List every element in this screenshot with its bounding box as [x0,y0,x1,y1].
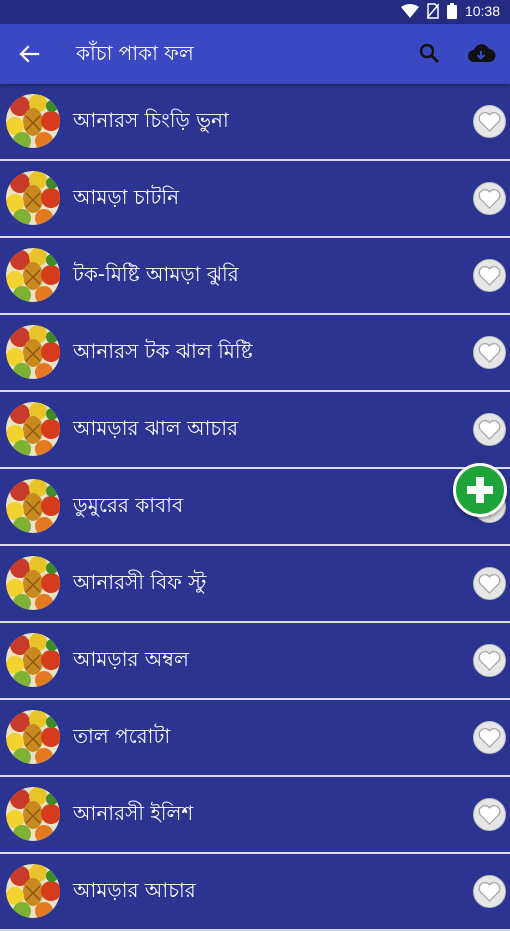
recipe-thumbnail [6,864,60,918]
recipe-thumbnail [6,479,60,533]
wifi-icon [400,4,419,18]
recipe-title: টক-মিষ্টি আমড়া ঝুরি [73,262,239,286]
list-item[interactable]: আমড়ার অম্বল [0,623,510,700]
recipe-title: আমড়া চাটনি [73,185,180,209]
heart-icon [478,804,501,825]
recipe-title: আনারসী বিফ স্টু [73,570,207,594]
favorite-button[interactable] [473,336,506,369]
page-title: কাঁচা পাকা ফল [76,41,194,65]
recipe-title: আনারস টক ঝাল মিষ্টি [73,339,253,363]
recipe-thumbnail [6,171,60,225]
app-bar: কাঁচা পাকা ফল [0,24,510,84]
recipe-title: আনারসী ইলিশ [73,801,194,825]
favorite-button[interactable] [473,105,506,138]
plus-icon [467,477,493,503]
recipe-title: আমড়ার ঝাল আচার [73,416,238,440]
recipe-title: আমড়ার অম্বল [73,647,189,671]
battery-icon [446,3,457,19]
list-item[interactable]: ডুমুরের কাবাব [0,469,510,546]
heart-icon [478,419,501,440]
recipe-title: ডুমুরের কাবাব [73,493,184,517]
cloud-download-icon[interactable] [466,40,496,68]
heart-icon [478,881,501,902]
status-bar: 10:38 [0,0,510,24]
recipe-title: আমড়ার আচার [73,878,196,902]
search-icon[interactable] [416,40,444,68]
list-item[interactable]: আনারস চিংড়ি ভুনা [0,84,510,161]
arrow-back-icon[interactable] [14,39,44,69]
list-item[interactable]: তাল পরোটা [0,700,510,777]
heart-icon [478,111,501,132]
recipe-thumbnail [6,633,60,687]
favorite-button[interactable] [473,798,506,831]
favorite-button[interactable] [473,567,506,600]
heart-icon [478,342,501,363]
favorite-button[interactable] [473,875,506,908]
recipe-thumbnail [6,248,60,302]
list-item[interactable]: আমড়ার আচার [0,854,510,931]
add-button[interactable] [453,463,507,517]
list-item[interactable]: টক-মিষ্টি আমড়া ঝুরি [0,238,510,315]
recipe-thumbnail [6,710,60,764]
list-item[interactable]: আনারসী ইলিশ [0,777,510,854]
no-sim-icon [426,3,439,19]
recipe-thumbnail [6,556,60,610]
recipe-list: আনারস চিংড়ি ভুনা আমড়া চাটনি টক-মিষ্টি … [0,84,510,931]
list-item[interactable]: আনারসী বিফ স্টু [0,546,510,623]
list-item[interactable]: আমড়ার ঝাল আচার [0,392,510,469]
heart-icon [478,650,501,671]
favorite-button[interactable] [473,259,506,292]
favorite-button[interactable] [473,413,506,446]
recipe-thumbnail [6,402,60,456]
recipe-title: তাল পরোটা [73,724,171,748]
heart-icon [478,188,501,209]
recipe-title: আনারস চিংড়ি ভুনা [73,108,229,132]
heart-icon [478,573,501,594]
recipe-thumbnail [6,325,60,379]
heart-icon [478,727,501,748]
heart-icon [478,265,501,286]
favorite-button[interactable] [473,182,506,215]
list-item[interactable]: আমড়া চাটনি [0,161,510,238]
favorite-button[interactable] [473,644,506,677]
recipe-thumbnail [6,94,60,148]
list-item[interactable]: আনারস টক ঝাল মিষ্টি [0,315,510,392]
status-time: 10:38 [464,3,500,19]
favorite-button[interactable] [473,721,506,754]
recipe-thumbnail [6,787,60,841]
